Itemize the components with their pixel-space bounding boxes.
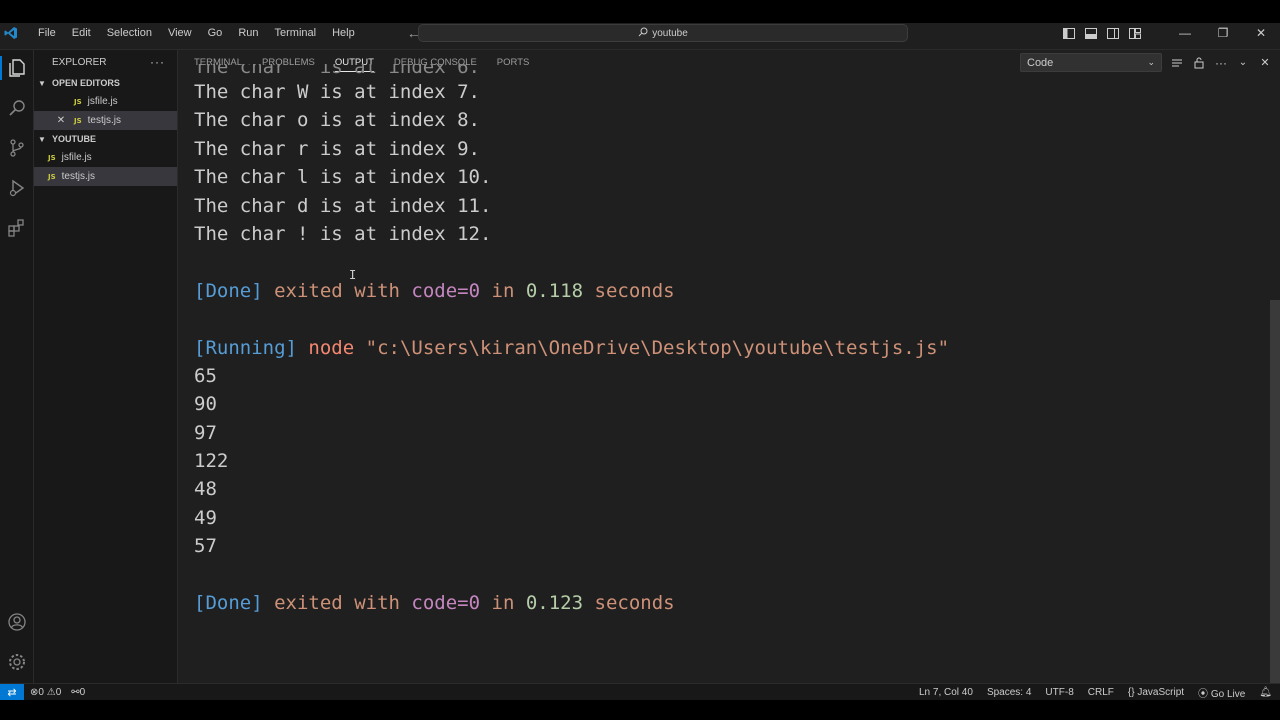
minimize-icon[interactable]: —	[1166, 26, 1204, 40]
open-editors-label: OPEN EDITORS	[52, 78, 120, 88]
menu-selection[interactable]: Selection	[99, 23, 160, 43]
warning-icon: ⚠	[46, 686, 56, 698]
toggle-secondary-sidebar-icon[interactable]	[1106, 26, 1120, 40]
output-number-line: 48	[194, 478, 217, 501]
search-icon	[638, 27, 648, 40]
output-panel: TERMINAL PROBLEMS OUTPUT DEBUG CONSOLE P…	[178, 50, 1280, 683]
restore-icon[interactable]: ❐	[1204, 26, 1242, 40]
output-number-line: 49	[194, 506, 217, 529]
output-number-line: 97	[194, 421, 217, 444]
search-view-icon[interactable]	[5, 96, 29, 120]
status-bar: ⇄ ⊗0 ⚠0 ⚯0 Ln 7, Col 40 Spaces: 4 UTF-8 …	[0, 683, 1280, 701]
encoding-status[interactable]: UTF-8	[1045, 687, 1073, 698]
language-mode-status[interactable]: {} JavaScript	[1128, 687, 1184, 698]
output-number-line: 90	[194, 393, 217, 416]
open-editor-label: jsfile.js	[87, 96, 118, 107]
run-debug-icon[interactable]	[5, 176, 29, 200]
menu-file[interactable]: File	[30, 23, 64, 43]
close-window-icon[interactable]: ✕	[1242, 26, 1280, 40]
menu-edit[interactable]: Edit	[64, 23, 99, 43]
explorer-title: EXPLORER	[52, 56, 107, 68]
command-center-search[interactable]: youtube	[418, 24, 908, 42]
explorer-icon[interactable]	[0, 56, 29, 80]
cursor-position-status[interactable]: Ln 7, Col 40	[919, 687, 973, 698]
output-line-partial: The char is at index 6.	[194, 64, 480, 78]
go-live-status[interactable]: ⦿ Go Live	[1198, 685, 1245, 700]
menu-go[interactable]: Go	[200, 23, 231, 43]
js-file-icon: JS	[48, 172, 56, 181]
accounts-icon[interactable]	[5, 610, 29, 634]
broadcast-icon: ⚯	[71, 686, 80, 698]
js-file-icon: JS	[74, 116, 82, 125]
file-label: jsfile.js	[61, 152, 92, 163]
output-number-line: 122	[194, 450, 229, 473]
title-bar: File Edit Selection View Go Run Terminal…	[0, 23, 1280, 43]
source-control-icon[interactable]	[5, 136, 29, 160]
file-label: testjs.js	[61, 171, 95, 182]
open-editor-jsfile[interactable]: JS jsfile.js	[34, 92, 177, 111]
close-editor-icon[interactable]: ✕	[54, 115, 68, 126]
close-panel-icon[interactable]: ✕	[1258, 56, 1272, 70]
customize-layout-icon[interactable]	[1128, 26, 1142, 40]
js-file-icon: JS	[48, 153, 56, 162]
problems-status[interactable]: ⊗0 ⚠0	[30, 687, 61, 698]
extensions-icon[interactable]	[5, 216, 29, 240]
output-running-line: [Running] node "c:\Users\kiran\OneDrive\…	[194, 336, 950, 359]
output-blank-line	[194, 305, 1254, 333]
indentation-status[interactable]: Spaces: 4	[987, 687, 1031, 698]
output-number-line: 65	[194, 364, 217, 387]
open-editor-label: testjs.js	[87, 115, 121, 126]
more-actions-icon[interactable]: ···	[150, 55, 165, 69]
toggle-primary-sidebar-icon[interactable]	[1062, 26, 1076, 40]
broadcast-icon: ⦿	[1198, 689, 1209, 700]
output-line: The char W is at index 7.	[194, 81, 480, 103]
search-label: youtube	[652, 27, 688, 39]
output-done-line: [Done] exited with code=0 in 0.123 secon…	[194, 592, 675, 615]
toggle-panel-icon[interactable]	[1084, 26, 1098, 40]
screen-letterbox-bottom	[0, 700, 1280, 720]
output-line: The char ! is at index 12.	[194, 222, 492, 245]
output-text-area[interactable]: The char is at index 6. The char W is at…	[194, 64, 1254, 674]
notifications-bell-icon[interactable]: 🔔︎	[1259, 687, 1272, 698]
chevron-down-icon: ▼	[38, 78, 46, 88]
output-scrollbar[interactable]	[1270, 300, 1280, 683]
open-editor-testjs[interactable]: ✕ JS testjs.js	[34, 111, 177, 130]
output-line: The char r is at index 9.	[194, 137, 480, 160]
output-number-line: 57	[194, 535, 217, 558]
vscode-logo-icon	[2, 24, 20, 42]
remote-indicator-icon[interactable]: ⇄	[0, 683, 24, 701]
manage-gear-icon[interactable]	[5, 650, 29, 674]
eol-status[interactable]: CRLF	[1088, 687, 1114, 698]
title-divider	[0, 43, 1280, 50]
file-testjs[interactable]: JS testjs.js	[34, 167, 177, 186]
menu-view[interactable]: View	[160, 23, 200, 43]
activity-bar	[0, 50, 34, 683]
output-line: The char d is at index 11.	[194, 194, 492, 217]
explorer-sidebar: EXPLORER ··· ▼ OPEN EDITORS JS jsfile.js…	[34, 50, 178, 683]
folder-section[interactable]: ▼ YOUTUBE	[34, 130, 177, 148]
ports-status[interactable]: ⚯0	[71, 687, 85, 698]
menu-terminal[interactable]: Terminal	[267, 23, 325, 43]
menu-run[interactable]: Run	[230, 23, 266, 43]
braces-icon: {}	[1127, 687, 1135, 698]
open-editors-section[interactable]: ▼ OPEN EDITORS	[34, 74, 177, 92]
output-blank-line	[194, 561, 1254, 589]
output-line: The char o is at index 8.	[194, 109, 480, 132]
folder-label: YOUTUBE	[52, 134, 97, 144]
screen-letterbox-top	[0, 0, 1280, 23]
file-jsfile[interactable]: JS jsfile.js	[34, 148, 177, 167]
menu-help[interactable]: Help	[324, 23, 363, 43]
text-cursor-icon: I	[349, 268, 357, 282]
js-file-icon: JS	[74, 97, 82, 106]
output-line: The char l is at index 10.	[194, 166, 492, 189]
chevron-down-icon: ▼	[38, 134, 46, 144]
